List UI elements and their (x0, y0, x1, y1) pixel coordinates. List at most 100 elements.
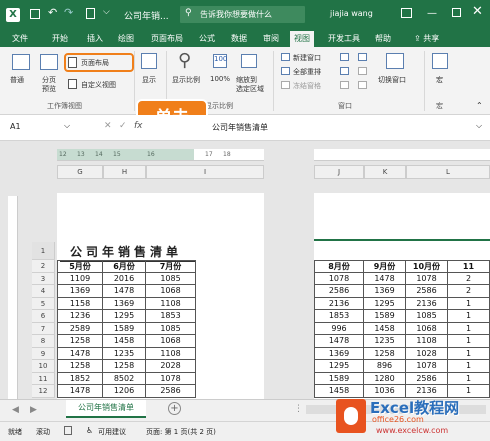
table-cell[interactable]: 1235 (103, 347, 146, 360)
ribbon-display-icon[interactable] (401, 8, 412, 18)
table-cell[interactable]: 1109 (57, 272, 103, 285)
table-cell[interactable]: 8502 (103, 372, 146, 385)
reset-position-icon[interactable] (358, 81, 367, 89)
zoom-label[interactable]: 显示比例 (172, 75, 200, 85)
tab-insert[interactable]: 插入 (87, 33, 103, 44)
table-cell[interactable]: 1206 (103, 385, 146, 398)
row-header[interactable]: 4 (32, 285, 55, 298)
zoom-selection-label-2[interactable]: 选定区域 (236, 84, 264, 94)
redo-icon[interactable]: ↷ (64, 6, 73, 19)
column-header[interactable]: H (103, 165, 146, 179)
tab-page-layout[interactable]: 页面布局 (151, 33, 183, 44)
close-icon[interactable]: ✕ (472, 4, 483, 19)
zoom-100-label[interactable]: 100% (210, 75, 230, 83)
arrange-all-icon[interactable] (281, 67, 290, 75)
table-cell[interactable]: 1478 (364, 272, 406, 285)
tab-help[interactable]: 帮助 (375, 33, 391, 44)
table-cell[interactable]: 1158 (57, 297, 103, 310)
row-header[interactable]: 11 (32, 372, 55, 385)
table-cell[interactable]: 2586 (314, 285, 364, 298)
table-cell[interactable]: 1369 (364, 285, 406, 298)
table-cell[interactable]: 1 (448, 322, 490, 335)
tab-view[interactable]: 视图 (290, 31, 314, 47)
table-cell[interactable]: 1369 (103, 297, 146, 310)
table-cell[interactable]: 1068 (146, 285, 196, 298)
table-cell[interactable]: 1 (448, 360, 490, 373)
table-cell[interactable]: 1295 (314, 360, 364, 373)
tab-file[interactable]: 文件 (12, 33, 28, 44)
table-header-cell[interactable]: 10月份 (406, 260, 448, 273)
row-header[interactable]: 12 (32, 385, 55, 398)
table-cell[interactable]: 1478 (314, 335, 364, 348)
split-icon[interactable] (340, 53, 349, 61)
tab-developer[interactable]: 开发工具 (328, 33, 360, 44)
page-break-preview-icon[interactable] (40, 54, 58, 70)
sheet-tab-active[interactable]: 公司年销售清单 (66, 400, 146, 418)
normal-view-icon[interactable] (12, 54, 30, 70)
table-cell[interactable]: 1 (448, 310, 490, 323)
minimize-icon[interactable]: — (427, 8, 437, 19)
table-cell[interactable]: 1068 (146, 335, 196, 348)
table-cell[interactable]: 1589 (364, 310, 406, 323)
column-header[interactable]: L (406, 165, 490, 179)
row-header[interactable]: 3 (32, 272, 55, 285)
tab-data[interactable]: 数据 (231, 33, 247, 44)
page-break-label-2[interactable]: 预览 (42, 84, 56, 94)
table-cell[interactable]: 1295 (364, 297, 406, 310)
new-window-icon[interactable] (281, 53, 290, 61)
sheet-title[interactable]: 公司年销售清单 (70, 243, 182, 260)
tab-draw[interactable]: 绘图 (118, 33, 134, 44)
macro-icon[interactable] (432, 53, 448, 69)
table-cell[interactable]: 2 (448, 285, 490, 298)
row-header[interactable]: 6 (32, 310, 55, 323)
zoom-selection-icon[interactable] (241, 54, 257, 68)
table-cell[interactable]: 1108 (146, 347, 196, 360)
normal-view-label[interactable]: 普通 (10, 75, 24, 85)
status-accessibility[interactable]: 可用建议 (98, 427, 126, 437)
table-cell[interactable]: 1280 (364, 372, 406, 385)
name-box-dropdown-icon[interactable]: ⌵ (64, 121, 70, 131)
table-header-cell[interactable]: 6月份 (103, 260, 146, 273)
table-cell[interactable]: 1458 (103, 335, 146, 348)
share-button[interactable]: ⇪ 共享 (414, 33, 439, 44)
table-cell[interactable]: 1258 (364, 347, 406, 360)
table-header-cell[interactable]: 8月份 (314, 260, 364, 273)
row-header[interactable]: 8 (32, 335, 55, 348)
table-header-cell[interactable]: 5月份 (57, 260, 103, 273)
table-cell[interactable]: 1236 (57, 310, 103, 323)
table-header-cell[interactable]: 9月份 (364, 260, 406, 273)
macro-record-icon[interactable] (64, 426, 72, 435)
macro-label[interactable]: 宏 (436, 75, 443, 85)
row-header[interactable]: 5 (32, 297, 55, 310)
table-cell[interactable]: 2586 (406, 285, 448, 298)
table-cell[interactable]: 1078 (146, 372, 196, 385)
table-cell[interactable]: 1258 (57, 335, 103, 348)
table-cell[interactable]: 1235 (364, 335, 406, 348)
table-cell[interactable]: 1478 (57, 347, 103, 360)
page-layout-area[interactable]: 12 13 14 15 16 17 18 G H I J K L 公司年销售清单… (0, 141, 490, 399)
column-header[interactable]: I (146, 165, 264, 179)
tab-formulas[interactable]: 公式 (199, 33, 215, 44)
table-cell[interactable]: 1 (448, 335, 490, 348)
column-header[interactable]: K (364, 165, 406, 179)
next-sheet-icon[interactable]: ▶ (30, 405, 37, 415)
row-header[interactable]: 10 (32, 360, 55, 373)
user-name[interactable]: jiajia wang (330, 9, 373, 18)
quick-access-dropdown-icon[interactable]: ⌵ (103, 7, 110, 17)
table-cell[interactable]: 1108 (146, 297, 196, 310)
column-header[interactable]: J (314, 165, 364, 179)
zoom-icon[interactable]: ⚲ (178, 50, 191, 71)
unhide-icon[interactable] (340, 81, 349, 89)
table-cell[interactable]: 2586 (146, 385, 196, 398)
add-sheet-icon[interactable]: + (168, 402, 181, 415)
formula-content[interactable]: 公司年销售清单 (212, 122, 268, 133)
sync-scroll-icon[interactable] (358, 67, 367, 75)
new-window-label[interactable]: 新建窗口 (293, 53, 321, 63)
maximize-icon[interactable] (452, 8, 461, 17)
freeze-panes-icon[interactable] (281, 81, 290, 89)
table-cell[interactable]: 1853 (314, 310, 364, 323)
table-cell[interactable]: 2586 (406, 372, 448, 385)
table-cell[interactable]: 1458 (364, 322, 406, 335)
table-cell[interactable]: 896 (364, 360, 406, 373)
insert-function-icon[interactable]: fx (134, 121, 143, 131)
